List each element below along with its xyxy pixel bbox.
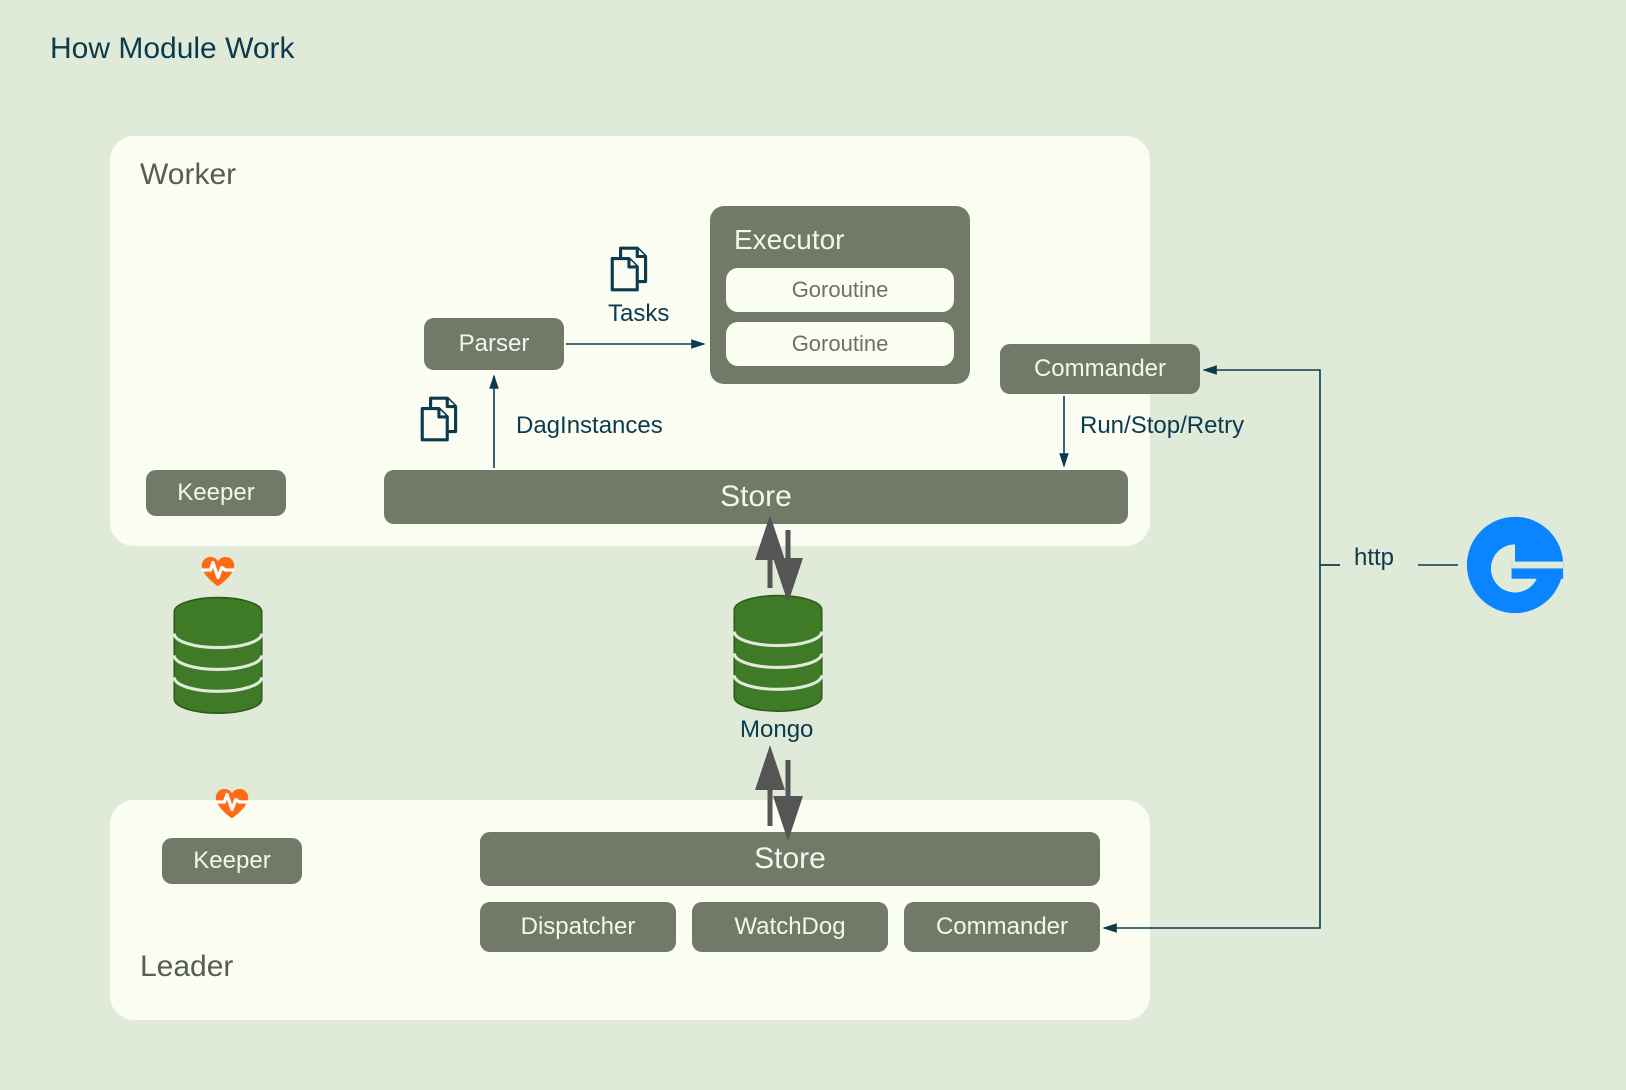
database-icon (728, 594, 828, 713)
leader-keeper-box: Keeper (162, 838, 302, 884)
worker-panel-label: Worker (140, 158, 236, 192)
tasks-label: Tasks (608, 300, 669, 328)
executor-goroutine-2: Goroutine (726, 322, 954, 366)
documents-icon (416, 394, 466, 444)
worker-keeper-box: Keeper (146, 470, 286, 516)
heartbeat-icon (212, 782, 252, 822)
http-label: http (1354, 544, 1394, 572)
leader-commander-box: Commander (904, 902, 1100, 952)
leader-panel-label: Leader (140, 950, 233, 984)
worker-commander-box: Commander (1000, 344, 1200, 394)
leader-dispatcher-box: Dispatcher (480, 902, 676, 952)
mongo-label: Mongo (740, 716, 813, 744)
diagram-canvas: How Module Work Worker Leader Keeper Par… (0, 0, 1626, 1090)
runstopretry-label: Run/Stop/Retry (1080, 412, 1244, 440)
worker-executor-box: Executor Goroutine Goroutine (710, 206, 970, 384)
leader-store-box: Store (480, 832, 1100, 886)
heartbeat-icon (198, 550, 238, 590)
diagram-title: How Module Work (50, 32, 295, 66)
executor-goroutine-1: Goroutine (726, 268, 954, 312)
worker-parser-box: Parser (424, 318, 564, 370)
worker-store-box: Store (384, 470, 1128, 524)
daginstances-label: DagInstances (516, 412, 663, 440)
database-icon (168, 596, 268, 715)
executor-title: Executor (734, 224, 954, 256)
documents-icon (606, 244, 656, 294)
leader-watchdog-box: WatchDog (692, 902, 888, 952)
browser-edge-icon (1460, 510, 1570, 620)
